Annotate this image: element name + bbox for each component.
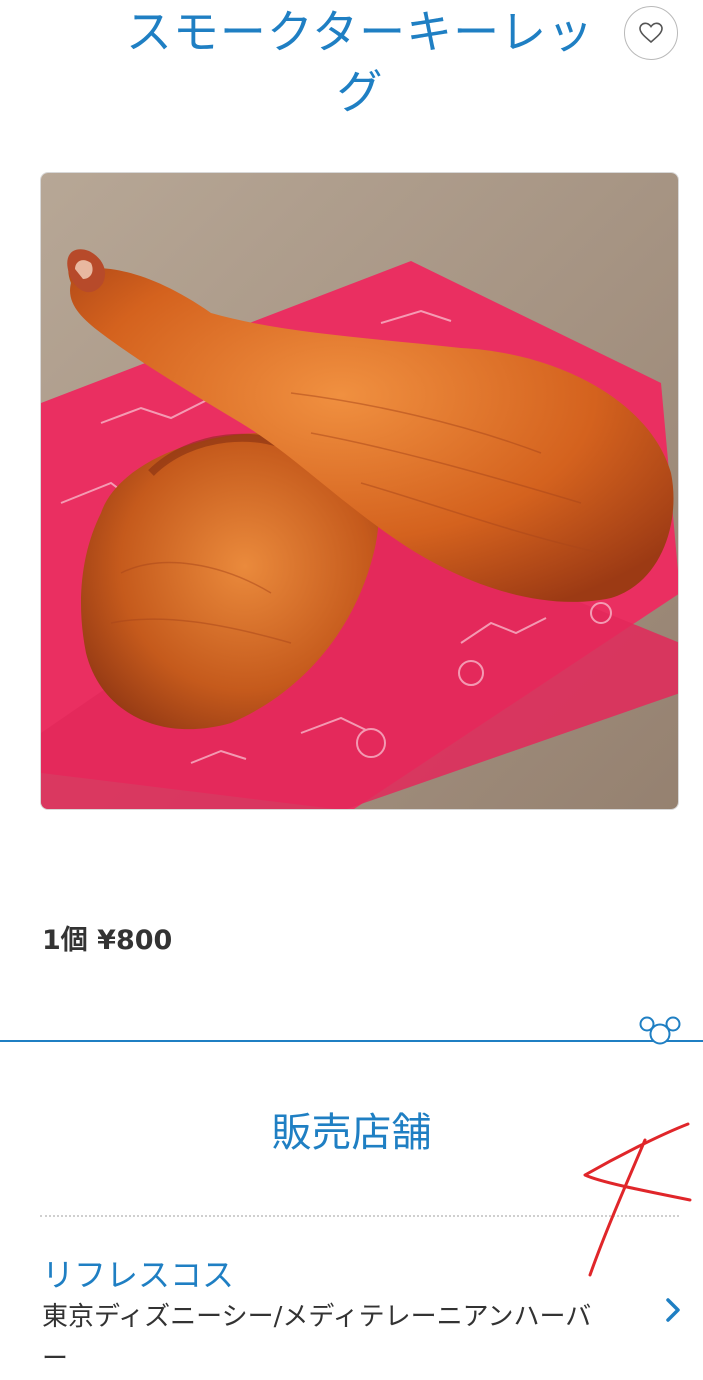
heart-outline-icon: [639, 22, 663, 44]
store-name: リフレスコス: [42, 1256, 235, 1294]
dotted-separator: [40, 1215, 679, 1217]
product-title: スモークターキーレッグ: [125, 5, 595, 119]
section-divider: [0, 1040, 703, 1042]
section-title: 販売店舗: [271, 1110, 432, 1156]
mickey-ears-icon: [639, 1016, 681, 1045]
chevron-right-icon: [666, 1298, 680, 1322]
store-location: 東京ディズニーシー/メディテレーニアンハーバー: [42, 1302, 592, 1374]
product-photo: [40, 172, 679, 810]
product-price: 1個 ¥800: [42, 925, 173, 956]
store-list-item[interactable]: リフレスコス 東京ディズニーシー/メディテレーニアンハーバー: [0, 1240, 703, 1374]
favorite-button[interactable]: [624, 6, 678, 60]
